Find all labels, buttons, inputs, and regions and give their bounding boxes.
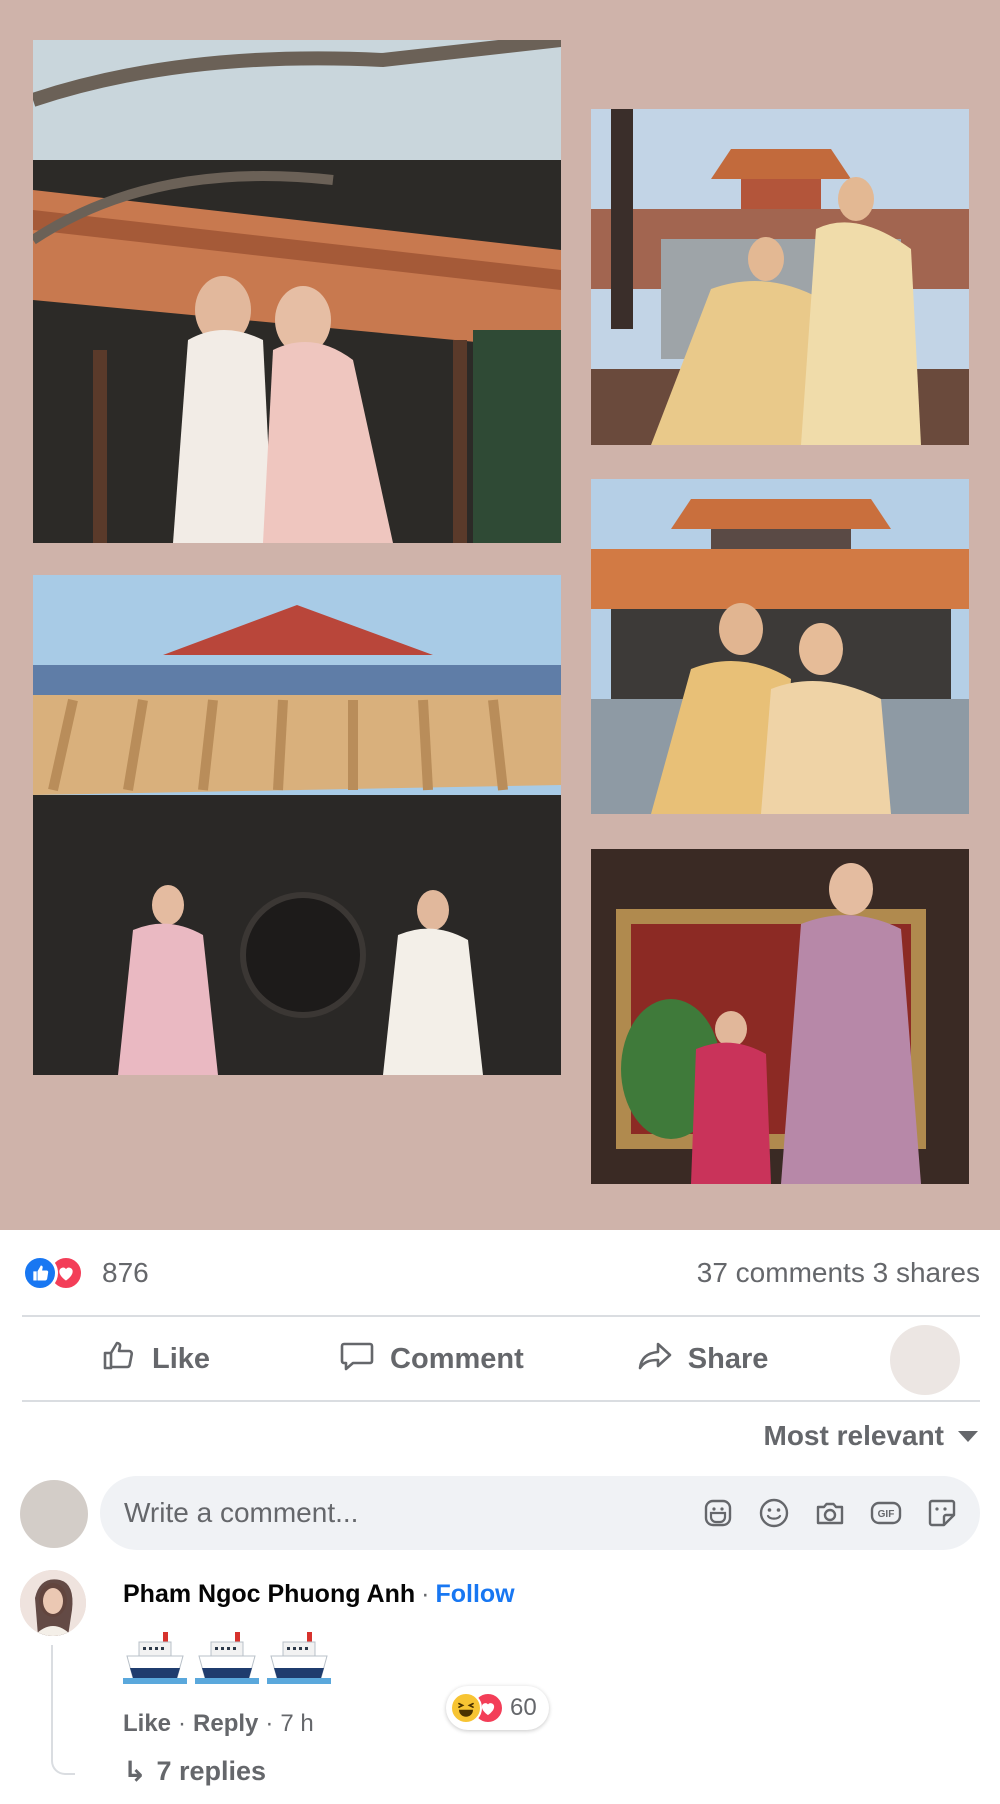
thumbs-up-icon [100,1336,138,1382]
comment-input[interactable] [124,1497,700,1529]
ship-emoji-icon [195,1628,259,1690]
post-photo-1[interactable] [33,40,561,543]
share-arrow-icon [636,1336,674,1382]
avatar-sticker-icon[interactable] [700,1495,736,1531]
post-photo-5[interactable] [591,849,969,1184]
comment-meta: Like · Reply · 7 h [123,1710,314,1738]
photo-collage [0,0,1000,1230]
comment-header: Pham Ngoc Phuong Anh · Follow [123,1580,515,1609]
audience-avatar[interactable] [890,1325,960,1395]
separator-dot: · [265,1710,274,1737]
comment-button-label: Comment [390,1342,524,1375]
comments-shares-count[interactable]: 37 comments 3 shares [697,1257,980,1289]
comment-reply-link[interactable]: Reply [193,1710,258,1738]
commenter-avatar[interactable] [20,1570,86,1636]
replies-count-label: 7 replies [156,1756,267,1786]
comment-timestamp: 7 h [280,1710,314,1737]
reply-arrow-icon: ↳ [123,1756,147,1787]
like-button-label: Like [152,1342,211,1375]
separator-dot: · [178,1710,187,1737]
share-button[interactable]: Share [636,1336,769,1382]
sticker-icon[interactable] [924,1495,960,1531]
share-button-label: Share [687,1342,769,1375]
haha-reaction-icon [450,1692,482,1724]
divider [22,1400,980,1402]
divider [22,1315,980,1317]
comment-reaction-count: 60 [510,1694,537,1721]
emoji-icon[interactable] [756,1495,792,1531]
comment-author[interactable]: Pham Ngoc Phuong Anh [123,1580,415,1609]
like-button[interactable]: Like [100,1336,210,1382]
comment-like-link[interactable]: Like [123,1710,171,1738]
separator-dot: · [421,1580,430,1608]
post-photo-4[interactable] [33,575,561,1075]
post-photo-2[interactable] [591,109,969,445]
post-stats: 876 37 comments 3 shares [22,1252,980,1294]
ship-emoji-icon [267,1628,331,1690]
comment-bubble-icon [338,1336,376,1382]
comment-reaction-summary[interactable]: 60 [446,1686,549,1730]
view-replies-link[interactable]: ↳ 7 replies [123,1755,266,1788]
gif-icon[interactable]: GIF [868,1495,904,1531]
current-user-avatar[interactable] [20,1480,88,1548]
camera-icon[interactable] [812,1495,848,1531]
svg-text:GIF: GIF [878,1509,895,1520]
like-reaction-icon [22,1255,58,1291]
comment-sort-label: Most relevant [763,1420,945,1451]
reaction-summary[interactable]: 876 [22,1253,149,1293]
post-action-bar: Like Comment Share [22,1325,980,1395]
comment-body [123,1628,331,1690]
comment-button[interactable]: Comment [338,1336,524,1382]
reaction-count: 876 [102,1257,149,1288]
comment-composer[interactable]: GIF [100,1476,980,1550]
reply-thread-line [51,1645,75,1775]
follow-link[interactable]: Follow [435,1580,514,1609]
post-photo-3[interactable] [591,479,969,814]
ship-emoji-icon [123,1628,187,1690]
comment-sort-dropdown[interactable]: Most relevant [763,1420,978,1452]
caret-down-icon [958,1430,978,1442]
